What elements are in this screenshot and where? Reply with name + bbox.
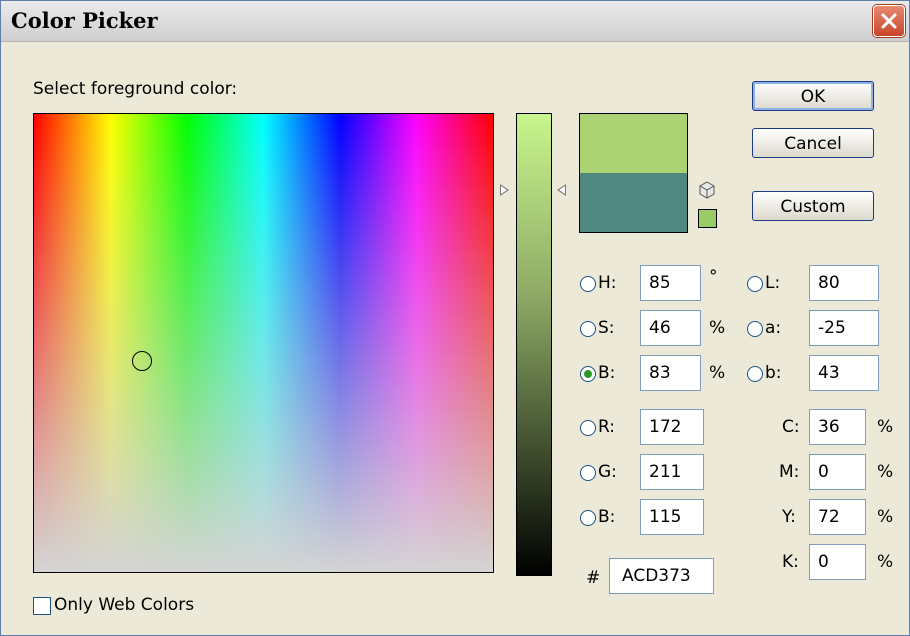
percent-unit: %	[709, 318, 726, 338]
radio-b-channel[interactable]	[747, 366, 763, 382]
custom-button[interactable]: Custom	[752, 191, 874, 221]
label-green: G:	[598, 462, 617, 482]
label-lightness: L:	[765, 273, 781, 293]
magenta-field[interactable]: 0	[809, 454, 866, 490]
slider-arrow-left-icon[interactable]	[500, 184, 509, 196]
window-title: Color Picker	[11, 8, 158, 33]
current-color-swatch[interactable]	[580, 173, 687, 232]
color-slider[interactable]	[516, 113, 552, 576]
radio-saturation[interactable]	[580, 321, 596, 337]
black-field[interactable]: 0	[809, 544, 866, 580]
percent-unit: %	[877, 417, 894, 437]
ok-button[interactable]: OK	[752, 81, 874, 111]
yellow-field[interactable]: 72	[809, 499, 866, 535]
close-button[interactable]	[873, 5, 905, 37]
slider-arrow-right-icon[interactable]	[557, 184, 566, 196]
percent-unit: %	[877, 552, 894, 572]
out-of-gamut-cube-icon[interactable]	[698, 181, 716, 199]
radio-hue[interactable]	[580, 276, 596, 292]
only-web-colors-checkbox[interactable]	[33, 597, 51, 615]
radio-lightness[interactable]	[747, 276, 763, 292]
percent-unit: %	[877, 462, 894, 482]
label-hue: H:	[598, 273, 617, 293]
color-picker-window: Color Picker Select foreground color: OK…	[0, 0, 910, 636]
b-channel-field[interactable]: 43	[809, 355, 879, 391]
radio-a-channel[interactable]	[747, 321, 763, 337]
label-b-channel: b:	[765, 363, 782, 383]
label-yellow: Y:	[782, 507, 796, 527]
lightness-field[interactable]: 80	[809, 265, 879, 301]
saturation-field[interactable]: 46	[640, 310, 701, 346]
label-red: R:	[598, 417, 616, 437]
label-magenta: M:	[779, 462, 800, 482]
only-web-colors-label: Only Web Colors	[54, 595, 195, 615]
color-field[interactable]	[33, 113, 494, 573]
cancel-button[interactable]: Cancel	[752, 128, 874, 158]
a-channel-field[interactable]: -25	[809, 310, 879, 346]
label-a-channel: a:	[765, 318, 782, 338]
radio-brightness[interactable]	[580, 366, 596, 382]
label-black: K:	[782, 552, 799, 572]
cyan-field[interactable]: 36	[809, 409, 866, 445]
web-safe-swatch[interactable]	[698, 209, 717, 228]
radio-green[interactable]	[580, 465, 596, 481]
hex-symbol: #	[586, 568, 601, 588]
hex-field[interactable]: ACD373	[609, 558, 714, 594]
color-field-marker[interactable]	[132, 351, 153, 372]
label-blue: B:	[598, 507, 616, 527]
radio-red[interactable]	[580, 420, 596, 436]
blue-field[interactable]: 115	[640, 499, 704, 535]
percent-unit: %	[709, 363, 726, 383]
close-icon	[881, 13, 897, 29]
new-color-swatch	[580, 114, 687, 173]
label-saturation: S:	[598, 318, 615, 338]
brightness-field[interactable]: 83	[640, 355, 701, 391]
label-brightness: B:	[598, 363, 616, 383]
color-swatch	[579, 113, 688, 233]
hue-field[interactable]: 85	[640, 265, 701, 301]
prompt-label: Select foreground color:	[33, 79, 238, 99]
title-bar: Color Picker	[1, 1, 909, 42]
label-cyan: C:	[782, 417, 800, 437]
percent-unit: %	[877, 507, 894, 527]
degree-unit: °	[709, 267, 718, 287]
radio-blue[interactable]	[580, 510, 596, 526]
green-field[interactable]: 211	[640, 454, 704, 490]
red-field[interactable]: 172	[640, 409, 704, 445]
